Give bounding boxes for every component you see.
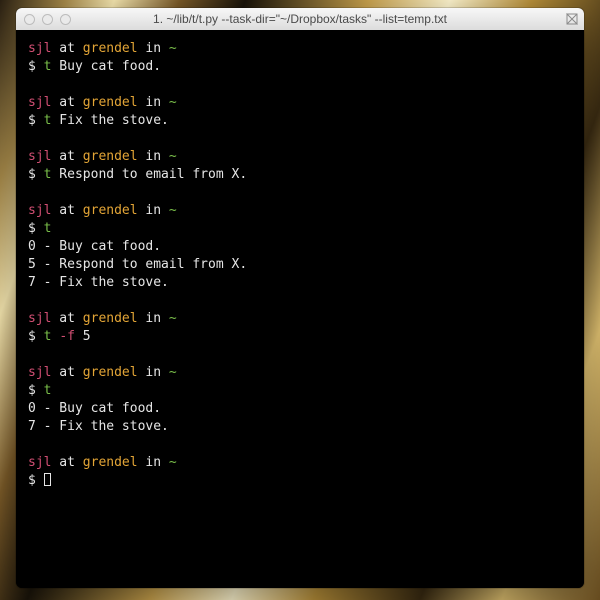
prompt-sigil: $ [28, 383, 44, 398]
window-controls [16, 14, 71, 25]
prompt-host: grendel [83, 203, 138, 218]
terminal-window: 1. ~/lib/t/t.py --task-dir="~/Dropbox/ta… [16, 8, 584, 588]
prompt-path: ~ [169, 95, 177, 110]
prompt-user: sjl [28, 203, 51, 218]
prompt-at: at [51, 365, 82, 380]
prompt-user: sjl [28, 41, 51, 56]
prompt-in: in [138, 41, 169, 56]
command-flag: -f [59, 329, 75, 344]
blank-line [28, 436, 572, 454]
command-name: t [44, 383, 52, 398]
blank-line [28, 490, 572, 508]
blank-line [28, 76, 572, 94]
output-line: 0 - Buy cat food. [28, 400, 572, 418]
command-line: $ t -f 5 [28, 328, 572, 346]
prompt-context-line: sjl at grendel in ~ [28, 94, 572, 112]
prompt-sigil: $ [28, 473, 44, 488]
prompt-in: in [138, 455, 169, 470]
prompt-path: ~ [169, 455, 177, 470]
prompt-host: grendel [83, 149, 138, 164]
prompt-host: grendel [83, 311, 138, 326]
command-name: t [44, 329, 60, 344]
prompt-at: at [51, 41, 82, 56]
command-argument: 5 [75, 329, 91, 344]
prompt-path: ~ [169, 311, 177, 326]
prompt-sigil: $ [28, 329, 44, 344]
prompt-user: sjl [28, 149, 51, 164]
prompt-at: at [51, 149, 82, 164]
terminal-content[interactable]: sjl at grendel in ~$ t Buy cat food. sjl… [16, 30, 584, 588]
prompt-context-line: sjl at grendel in ~ [28, 40, 572, 58]
minimize-button[interactable] [42, 14, 53, 25]
prompt-at: at [51, 95, 82, 110]
prompt-host: grendel [83, 95, 138, 110]
prompt-context-line: sjl at grendel in ~ [28, 310, 572, 328]
close-button[interactable] [24, 14, 35, 25]
blank-line [28, 292, 572, 310]
zoom-button[interactable] [60, 14, 71, 25]
desktop-background: 1. ~/lib/t/t.py --task-dir="~/Dropbox/ta… [0, 0, 600, 600]
prompt-sigil: $ [28, 167, 44, 182]
output-line: 7 - Fix the stove. [28, 418, 572, 436]
command-line: $ t [28, 220, 572, 238]
command-argument: Respond to email from X. [51, 167, 247, 182]
prompt-sigil: $ [28, 113, 44, 128]
blank-line [28, 184, 572, 202]
prompt-host: grendel [83, 455, 138, 470]
prompt-host: grendel [83, 41, 138, 56]
prompt-path: ~ [169, 203, 177, 218]
prompt-in: in [138, 95, 169, 110]
prompt-host: grendel [83, 365, 138, 380]
prompt-path: ~ [169, 41, 177, 56]
command-line: $ t Buy cat food. [28, 58, 572, 76]
prompt-context-line: sjl at grendel in ~ [28, 202, 572, 220]
prompt-context-line: sjl at grendel in ~ [28, 364, 572, 382]
command-name: t [44, 221, 52, 236]
resize-icon[interactable] [566, 13, 578, 25]
command-line: $ t [28, 382, 572, 400]
prompt-context-line: sjl at grendel in ~ [28, 148, 572, 166]
prompt-at: at [51, 203, 82, 218]
window-title: 1. ~/lib/t/t.py --task-dir="~/Dropbox/ta… [16, 12, 584, 26]
output-line: 5 - Respond to email from X. [28, 256, 572, 274]
cursor [44, 473, 51, 486]
output-line: 7 - Fix the stove. [28, 274, 572, 292]
output-line: 0 - Buy cat food. [28, 238, 572, 256]
prompt-in: in [138, 149, 169, 164]
prompt-context-line: sjl at grendel in ~ [28, 454, 572, 472]
window-titlebar[interactable]: 1. ~/lib/t/t.py --task-dir="~/Dropbox/ta… [16, 8, 584, 31]
command-line: $ t Fix the stove. [28, 112, 572, 130]
prompt-sigil: $ [28, 221, 44, 236]
command-line: $ [28, 472, 572, 490]
command-line: $ t Respond to email from X. [28, 166, 572, 184]
prompt-user: sjl [28, 365, 51, 380]
prompt-path: ~ [169, 149, 177, 164]
prompt-path: ~ [169, 365, 177, 380]
prompt-user: sjl [28, 311, 51, 326]
prompt-user: sjl [28, 455, 51, 470]
prompt-sigil: $ [28, 59, 44, 74]
prompt-user: sjl [28, 95, 51, 110]
command-argument: Fix the stove. [51, 113, 168, 128]
prompt-in: in [138, 203, 169, 218]
prompt-in: in [138, 365, 169, 380]
command-argument: Buy cat food. [51, 59, 161, 74]
blank-line [28, 346, 572, 364]
blank-line [28, 130, 572, 148]
prompt-in: in [138, 311, 169, 326]
prompt-at: at [51, 455, 82, 470]
prompt-at: at [51, 311, 82, 326]
